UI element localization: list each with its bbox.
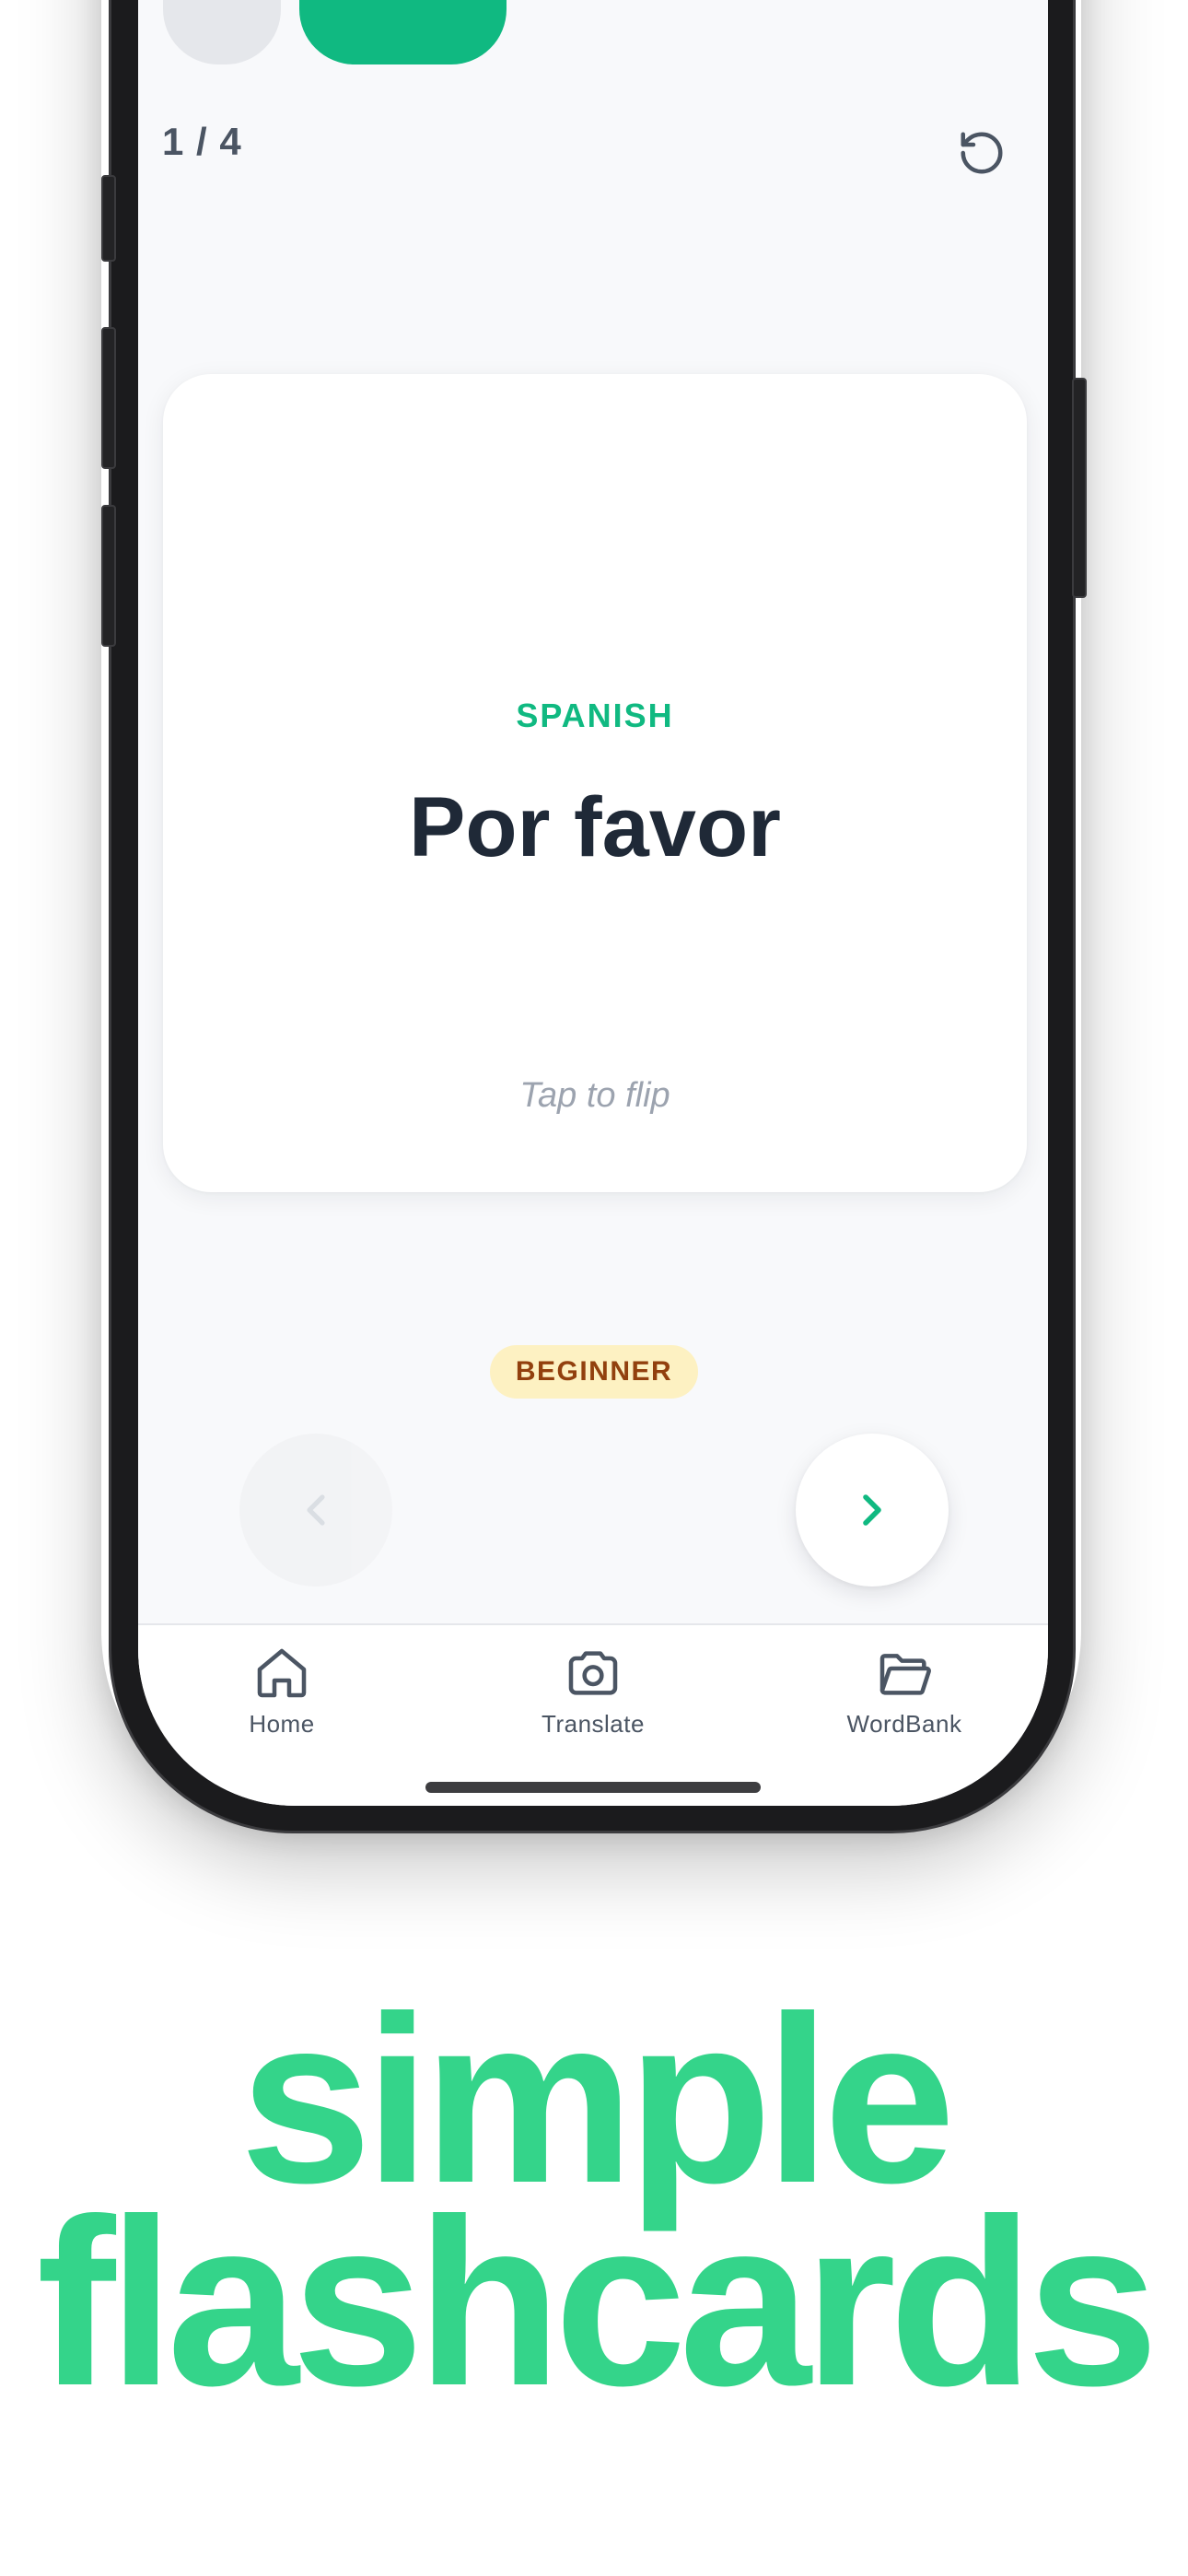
bottom-tab-bar: Home Translate WordBank <box>138 1623 1048 1806</box>
mode-tab-inactive[interactable] <box>163 0 281 64</box>
tab-wordbank-label: WordBank <box>846 1710 962 1738</box>
tab-wordbank[interactable]: WordBank <box>803 1644 1006 1739</box>
chevron-right-icon <box>863 1494 881 1526</box>
tab-translate-label: Translate <box>542 1710 645 1738</box>
volume-up-button <box>101 327 116 469</box>
power-button <box>1072 378 1087 598</box>
tab-home[interactable]: Home <box>181 1644 383 1739</box>
phone-screen: 1 / 4 SPANISH Por favor Tap to flip BEGI… <box>138 0 1048 1806</box>
tab-translate[interactable]: Translate <box>492 1644 694 1739</box>
mode-tab-active[interactable] <box>299 0 507 64</box>
folder-open-icon <box>879 1654 931 1695</box>
flashcard[interactable]: SPANISH Por favor Tap to flip <box>163 374 1027 1192</box>
next-card-button[interactable] <box>796 1434 949 1587</box>
action-button <box>101 175 116 262</box>
rotate-ccw-icon <box>961 132 1003 174</box>
card-language: SPANISH <box>516 697 674 734</box>
level-badge: BEGINNER <box>490 1345 698 1399</box>
home-indicator <box>425 1782 761 1793</box>
app-store-screenshot: 1 / 4 SPANISH Por favor Tap to flip BEGI… <box>0 0 1188 2576</box>
home-icon <box>257 1648 307 1698</box>
card-flip-hint: Tap to flip <box>519 1076 670 1115</box>
tab-home-label: Home <box>249 1710 315 1738</box>
card-counter: 1 / 4 <box>162 120 242 163</box>
card-word: Por favor <box>409 780 781 874</box>
reset-button[interactable] <box>949 120 1015 186</box>
chevron-left-icon <box>307 1494 325 1526</box>
previous-card-button[interactable] <box>239 1434 392 1587</box>
camera-icon <box>568 1651 618 1695</box>
headline-line-2: flashcards <box>36 2169 1159 2435</box>
volume-down-button <box>101 505 116 647</box>
